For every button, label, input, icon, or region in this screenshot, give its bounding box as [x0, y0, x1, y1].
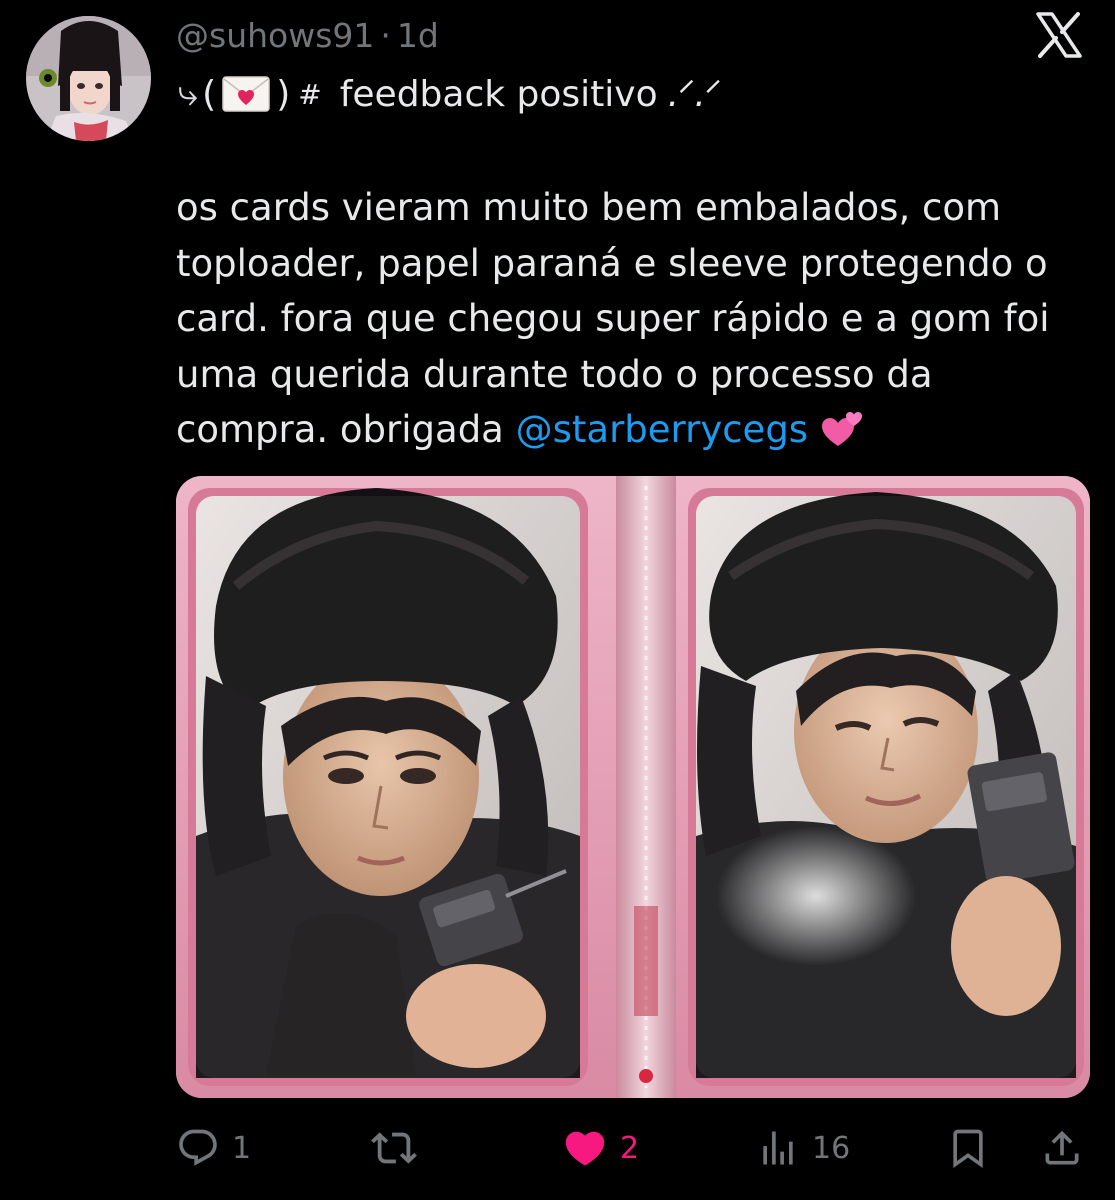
tweet-action-bar: 1 2 16 — [176, 1120, 1090, 1176]
title-text: feedback positivo — [339, 73, 658, 115]
reply-button[interactable]: 1 — [176, 1120, 251, 1176]
views-count: 16 — [812, 1130, 851, 1166]
bookmark-button[interactable] — [946, 1120, 990, 1176]
tweet-header: @suhows91 · 1d — [176, 12, 439, 58]
x-logo-icon[interactable] — [1035, 12, 1083, 58]
open-paren: ( — [202, 73, 217, 115]
avatar-image — [26, 16, 151, 141]
title-sparkle: .ᐟ.ᐟ — [667, 73, 722, 115]
share-button[interactable] — [1040, 1120, 1084, 1176]
hash-symbol: # — [298, 77, 322, 111]
user-handle[interactable]: @suhows91 — [176, 16, 374, 55]
separator-dot: · — [380, 15, 391, 55]
share-icon — [1045, 1130, 1079, 1165]
two-hearts-icon — [820, 404, 866, 448]
tweet-photo[interactable] — [176, 476, 1090, 1098]
like-button[interactable]: 2 — [562, 1120, 639, 1176]
heart-icon — [565, 1131, 605, 1166]
like-count: 2 — [620, 1130, 640, 1166]
avatar[interactable] — [26, 16, 151, 141]
views-button[interactable]: 16 — [756, 1120, 850, 1176]
timestamp[interactable]: 1d — [397, 16, 439, 55]
bookmark-icon — [953, 1129, 983, 1169]
tweet-body: os cards vieram muito bem embalados, com… — [176, 180, 1076, 458]
mention-link[interactable]: @starberrycegs — [516, 408, 808, 451]
tweet-title-line: ⤷ ( ) # feedback positivo .ᐟ.ᐟ — [178, 70, 721, 118]
photocard-binder-image — [176, 476, 1090, 1098]
close-paren: ) — [276, 73, 291, 115]
views-icon — [763, 1131, 793, 1165]
hook-arrow: ⤷ — [178, 73, 199, 114]
love-letter-icon — [222, 76, 270, 112]
retweet-button[interactable] — [371, 1120, 429, 1176]
reply-count: 1 — [232, 1130, 252, 1166]
retweet-icon — [371, 1132, 417, 1164]
reply-icon — [179, 1129, 217, 1166]
